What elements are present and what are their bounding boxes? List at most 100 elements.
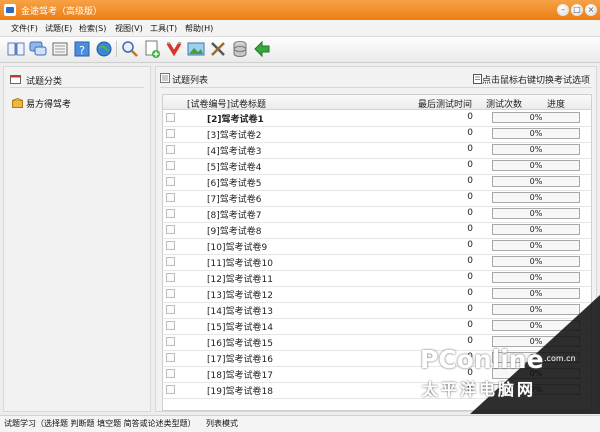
tree-item-label: 易方得驾考 [26, 100, 72, 110]
row-test-count: 0 [467, 368, 473, 378]
table-row[interactable]: [13]驾考试卷12 0 0% [163, 286, 591, 303]
row-test-count: 0 [467, 224, 473, 234]
table-row[interactable]: [19]驾考试卷18 0 0% [163, 382, 591, 399]
table-row[interactable]: [2]驾考试卷1 0 0% [163, 110, 591, 127]
row-title: [18]驾考试卷17 [207, 371, 273, 381]
row-test-count: 0 [467, 240, 473, 250]
row-progress-bar: 0% [492, 192, 580, 203]
table-row[interactable]: [17]驾考试卷16 0 0% [163, 350, 591, 367]
row-checkbox[interactable] [166, 193, 175, 202]
notebook-icon[interactable] [50, 39, 70, 59]
row-title: [14]驾考试卷13 [207, 307, 273, 317]
row-title: [2]驾考试卷1 [207, 115, 264, 125]
row-checkbox[interactable] [166, 129, 175, 138]
row-checkbox[interactable] [166, 241, 175, 250]
table-row[interactable]: [4]驾考试卷3 0 0% [163, 142, 591, 159]
col-test-count[interactable]: 测试次数 [486, 97, 522, 110]
row-test-count: 0 [467, 352, 473, 362]
magnifier-icon[interactable] [120, 39, 140, 59]
table-row[interactable]: [15]驾考试卷14 0 0% [163, 318, 591, 335]
row-title: [11]驾考试卷10 [207, 259, 273, 269]
toolbar: ? [0, 37, 600, 63]
row-progress-bar: 0% [492, 256, 580, 267]
row-progress-bar: 0% [492, 336, 580, 347]
open-book-icon[interactable] [6, 39, 26, 59]
menu-help[interactable]: 帮助(H) [185, 23, 213, 34]
row-title: [10]驾考试卷9 [207, 243, 268, 253]
red-magnet-icon[interactable] [164, 39, 184, 59]
row-test-count: 0 [467, 384, 473, 394]
menu-file[interactable]: 文件(F) [11, 23, 38, 34]
tools-icon[interactable] [208, 39, 228, 59]
row-checkbox[interactable] [166, 113, 175, 122]
row-progress-bar: 0% [492, 320, 580, 331]
row-title: [19]驾考试卷18 [207, 387, 273, 397]
row-checkbox[interactable] [166, 161, 175, 170]
new-file-icon[interactable] [142, 39, 162, 59]
menu-questions[interactable]: 试题(E) [45, 23, 72, 34]
status-mode: 试题学习（选择题 判断题 填空题 简答或论述类型题） [4, 419, 196, 428]
row-checkbox[interactable] [166, 209, 175, 218]
table-row[interactable]: [8]驾考试卷7 0 0% [163, 206, 591, 223]
row-checkbox[interactable] [166, 225, 175, 234]
row-checkbox[interactable] [166, 273, 175, 282]
table-row[interactable]: [9]驾考试卷8 0 0% [163, 222, 591, 239]
row-test-count: 0 [467, 304, 473, 314]
col-progress[interactable]: 进度 [547, 97, 565, 110]
row-progress-bar: 0% [492, 288, 580, 299]
row-checkbox[interactable] [166, 177, 175, 186]
table-row[interactable]: [12]驾考试卷11 0 0% [163, 270, 591, 287]
row-checkbox[interactable] [166, 337, 175, 346]
table-row[interactable]: [5]驾考试卷4 0 0% [163, 158, 591, 175]
database-icon[interactable] [230, 39, 250, 59]
table-row[interactable]: [18]驾考试卷17 0 0% [163, 366, 591, 383]
row-test-count: 0 [467, 272, 473, 282]
table-row[interactable]: [10]驾考试卷9 0 0% [163, 238, 591, 255]
row-test-count: 0 [467, 320, 473, 330]
row-test-count: 0 [467, 256, 473, 266]
table-row[interactable]: [14]驾考试卷13 0 0% [163, 302, 591, 319]
row-test-count: 0 [467, 192, 473, 202]
row-checkbox[interactable] [166, 385, 175, 394]
image-icon[interactable] [186, 39, 206, 59]
row-title: [13]驾考试卷12 [207, 291, 273, 301]
table-row[interactable]: [11]驾考试卷10 0 0% [163, 254, 591, 271]
menu-bar: 文件(F) 试题(E) 检索(S) 视图(V) 工具(T) 帮助(H) [0, 20, 600, 37]
row-title: [15]驾考试卷14 [207, 323, 273, 333]
row-progress-bar: 0% [492, 144, 580, 155]
menu-view[interactable]: 视图(V) [115, 23, 143, 34]
row-checkbox[interactable] [166, 257, 175, 266]
green-arrow-icon[interactable] [252, 39, 272, 59]
row-progress-bar: 0% [492, 208, 580, 219]
table-row[interactable]: [6]驾考试卷5 0 0% [163, 174, 591, 191]
col-last-test-time[interactable]: 最后测试时间 [418, 97, 472, 110]
row-progress-bar: 0% [492, 112, 580, 123]
question-list-panel: 试题列表 点击鼠标右键切换考试选项 [试卷编号]试卷标题 最后测试时间 测试次数… [155, 66, 597, 412]
close-icon[interactable]: × [585, 4, 597, 16]
table-row[interactable]: [3]驾考试卷2 0 0% [163, 126, 591, 143]
menu-tools[interactable]: 工具(T) [150, 23, 177, 34]
row-checkbox[interactable] [166, 321, 175, 330]
globe-icon[interactable] [94, 39, 114, 59]
table-row[interactable]: [16]驾考试卷15 0 0% [163, 334, 591, 351]
row-title: [17]驾考试卷16 [207, 355, 273, 365]
note-icon [472, 74, 482, 84]
tip-text: 点击鼠标右键切换考试选项 [481, 76, 590, 86]
row-progress-bar: 0% [492, 240, 580, 251]
row-progress-bar: 0% [492, 224, 580, 235]
maximize-icon[interactable]: □ [571, 4, 583, 16]
row-checkbox[interactable] [166, 369, 175, 378]
col-title[interactable]: [试卷编号]试卷标题 [187, 97, 266, 110]
minimize-icon[interactable]: – [557, 4, 569, 16]
question-mark-icon[interactable]: ? [72, 39, 92, 59]
menu-search[interactable]: 检索(S) [79, 23, 106, 34]
chat-bubbles-icon[interactable] [28, 39, 48, 59]
table-row[interactable]: [7]驾考试卷6 0 0% [163, 190, 591, 207]
title-bar: 金途驾考（高级版） – □ × [0, 0, 600, 20]
row-checkbox[interactable] [166, 145, 175, 154]
row-checkbox[interactable] [166, 289, 175, 298]
row-test-count: 0 [467, 288, 473, 298]
row-checkbox[interactable] [166, 353, 175, 362]
row-checkbox[interactable] [166, 305, 175, 314]
row-title: [9]驾考试卷8 [207, 227, 262, 237]
